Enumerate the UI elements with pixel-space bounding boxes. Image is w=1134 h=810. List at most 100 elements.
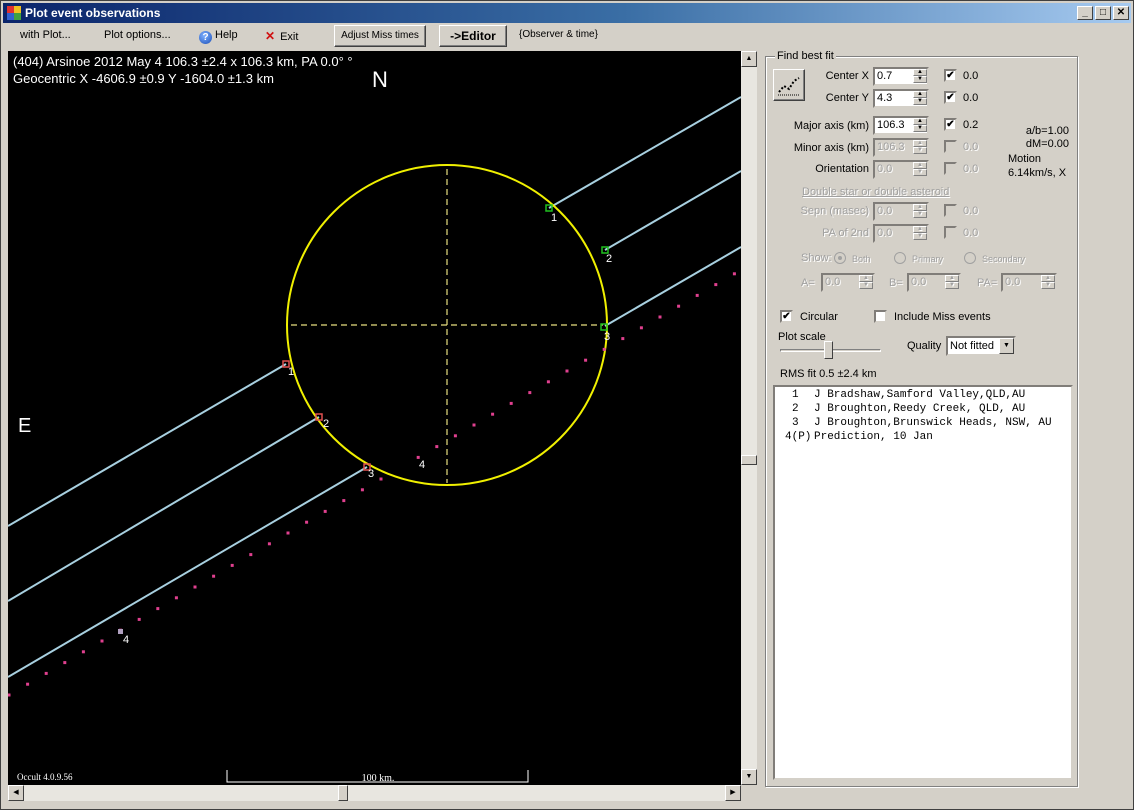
include-miss-checkbox[interactable] — [874, 310, 887, 323]
center-x-fit-value: 0.0 — [963, 70, 979, 82]
prediction-dot — [621, 337, 625, 341]
sepn-checkbox[interactable] — [944, 204, 957, 217]
orientation-spinner[interactable]: ▲ ▼ — [913, 162, 927, 177]
quality-dropdown[interactable]: Not fitted ▼ — [946, 336, 1016, 356]
sepn-fit-value: 0.0 — [963, 205, 979, 217]
prediction-dot — [639, 326, 643, 330]
minor-axis-spinner[interactable]: ▲ ▼ — [913, 140, 927, 155]
a-spinner[interactable]: ▲ ▼ — [859, 275, 873, 290]
major-axis-spinner[interactable]: ▲ ▼ — [913, 118, 927, 133]
help-icon: ? — [199, 31, 212, 44]
center-x-input[interactable]: 0.7 ▲ ▼ — [873, 67, 929, 86]
exit-x-icon: ✕ — [265, 29, 276, 43]
show-primary-radio[interactable] — [894, 252, 906, 264]
plot-header-line2: Geocentric X -4606.9 ±0.9 Y -1604.0 ±1.3… — [13, 71, 274, 86]
scroll-up-button[interactable]: ▲ — [741, 51, 757, 67]
find-best-fit-title: Find best fit — [775, 50, 836, 62]
minor-axis-checkbox[interactable] — [944, 140, 957, 153]
menu-with-plot[interactable]: with Plot... — [20, 29, 71, 41]
ab-ratio: a/b=1.00 — [1025, 125, 1069, 137]
plot-canvas[interactable]: 1 2 3 4 1 2 3 4 100 km. (404) Arsinoe 2012 May 4… — [8, 51, 741, 785]
pa-2nd-spinner[interactable]: ▲ ▼ — [913, 226, 927, 241]
menu-plot-options[interactable]: Plot options... — [104, 29, 171, 41]
prediction-dot — [342, 499, 346, 503]
orientation-checkbox[interactable] — [944, 162, 957, 175]
exit-label: Exit — [280, 31, 299, 43]
prediction-dot — [81, 650, 85, 654]
b-input[interactable]: 0.0 ▲ ▼ — [907, 273, 961, 292]
prediction-dot — [714, 283, 718, 287]
chord-line — [8, 466, 368, 678]
menu-help[interactable]: ? Help — [199, 29, 238, 44]
center-x-spinner[interactable]: ▲ ▼ — [913, 69, 927, 84]
horizontal-scroll-thumb[interactable] — [338, 785, 348, 801]
chord-line — [8, 363, 287, 527]
motion-label: Motion — [1008, 153, 1042, 165]
pa-spinner[interactable]: ▲ ▼ — [1041, 275, 1055, 290]
minor-axis-label: Minor axis (km) — [793, 142, 869, 154]
center-y-spinner[interactable]: ▲ ▼ — [913, 91, 927, 106]
horizontal-scrollbar[interactable]: ◀ ▶ — [8, 785, 741, 801]
scroll-left-button[interactable]: ◀ — [8, 785, 24, 801]
fit-button[interactable] — [773, 69, 805, 101]
version-label: Occult 4.0.9.56 — [17, 772, 73, 782]
close-button[interactable]: ✕ — [1113, 6, 1129, 20]
pa-2nd-checkbox[interactable] — [944, 226, 957, 239]
prediction-dot — [305, 520, 309, 524]
list-item[interactable]: 3J Broughton,Brunswick Heads, NSW, AU — [778, 417, 1052, 429]
circular-label: Circular — [800, 311, 838, 323]
list-item[interactable]: 1J Bradshaw,Samford Valley,QLD,AU — [778, 389, 1025, 401]
menu-exit[interactable]: ✕ Exit — [265, 29, 298, 43]
show-both-radio[interactable] — [834, 252, 846, 264]
motion-value: 6.14km/s, X — [1008, 167, 1067, 179]
vertical-scroll-thumb[interactable] — [741, 455, 757, 465]
major-axis-checkbox[interactable]: ✔ — [944, 118, 957, 131]
plot-scale-slider[interactable] — [824, 341, 833, 359]
show-secondary-radio[interactable] — [964, 252, 976, 264]
circular-checkbox[interactable]: ✔ — [780, 310, 793, 323]
list-item[interactable]: 2J Broughton,Reedy Creek, QLD, AU — [778, 403, 1025, 415]
vertical-scrollbar[interactable]: ▲ ▼ — [741, 51, 757, 785]
prediction-dot — [267, 542, 271, 546]
pa-2nd-input[interactable]: 0.0 ▲ ▼ — [873, 224, 929, 243]
a-input[interactable]: 0.0 ▲ ▼ — [821, 273, 875, 292]
center-y-input[interactable]: 4.3 ▲ ▼ — [873, 89, 929, 108]
list-item[interactable]: 4(P) Prediction, 10 Jan — [778, 431, 933, 443]
center-y-checkbox[interactable]: ✔ — [944, 91, 957, 104]
prediction-dot — [677, 304, 681, 308]
prediction-dot — [193, 585, 197, 589]
dropdown-arrow-icon[interactable]: ▼ — [999, 338, 1014, 354]
minor-axis-input[interactable]: 106.3 ▲ ▼ — [873, 138, 929, 157]
orientation-input[interactable]: 0.0 ▲ ▼ — [873, 160, 929, 179]
scroll-right-button[interactable]: ▶ — [725, 785, 741, 801]
sepn-input[interactable]: 0.0 ▲ ▼ — [873, 202, 929, 221]
pa-input[interactable]: 0.0 ▲ ▼ — [1001, 273, 1057, 292]
plot-graphics: 1 2 3 4 1 2 3 4 100 km. — [8, 96, 741, 784]
observer-time-label[interactable]: {Observer & time} — [519, 29, 598, 40]
maximize-button[interactable]: □ — [1095, 6, 1111, 20]
plot-window: Plot event observations _ □ ✕ with Plot.… — [0, 0, 1134, 810]
prediction-dot — [174, 596, 178, 600]
plot-scale-label: Plot scale — [778, 331, 826, 343]
center-y-label: Center Y — [825, 92, 869, 104]
chord-label: 1 — [551, 212, 557, 224]
prediction-dot — [379, 477, 383, 481]
chord-label: 3 — [604, 331, 610, 343]
prediction-dot — [435, 445, 439, 449]
major-axis-label: Major axis (km) — [793, 120, 869, 132]
minimize-button[interactable]: _ — [1077, 6, 1093, 20]
prediction-dot — [26, 682, 30, 686]
sepn-label: Sepn (masec) — [800, 205, 869, 217]
sepn-spinner[interactable]: ▲ ▼ — [913, 204, 927, 219]
prediction-dot — [565, 369, 569, 373]
center-x-checkbox[interactable]: ✔ — [944, 69, 957, 82]
major-axis-input[interactable]: 106.3 ▲ ▼ — [873, 116, 929, 135]
adjust-miss-times-button[interactable]: Adjust Miss times — [334, 25, 426, 47]
scroll-down-button[interactable]: ▼ — [741, 769, 757, 785]
b-spinner[interactable]: ▲ ▼ — [945, 275, 959, 290]
editor-button[interactable]: ->Editor — [439, 25, 507, 47]
prediction-dot — [584, 358, 588, 362]
chord-line — [604, 170, 741, 251]
prediction-dot — [323, 509, 327, 513]
observations-list[interactable]: 1J Bradshaw,Samford Valley,QLD,AU 2J Bro… — [773, 385, 1073, 780]
